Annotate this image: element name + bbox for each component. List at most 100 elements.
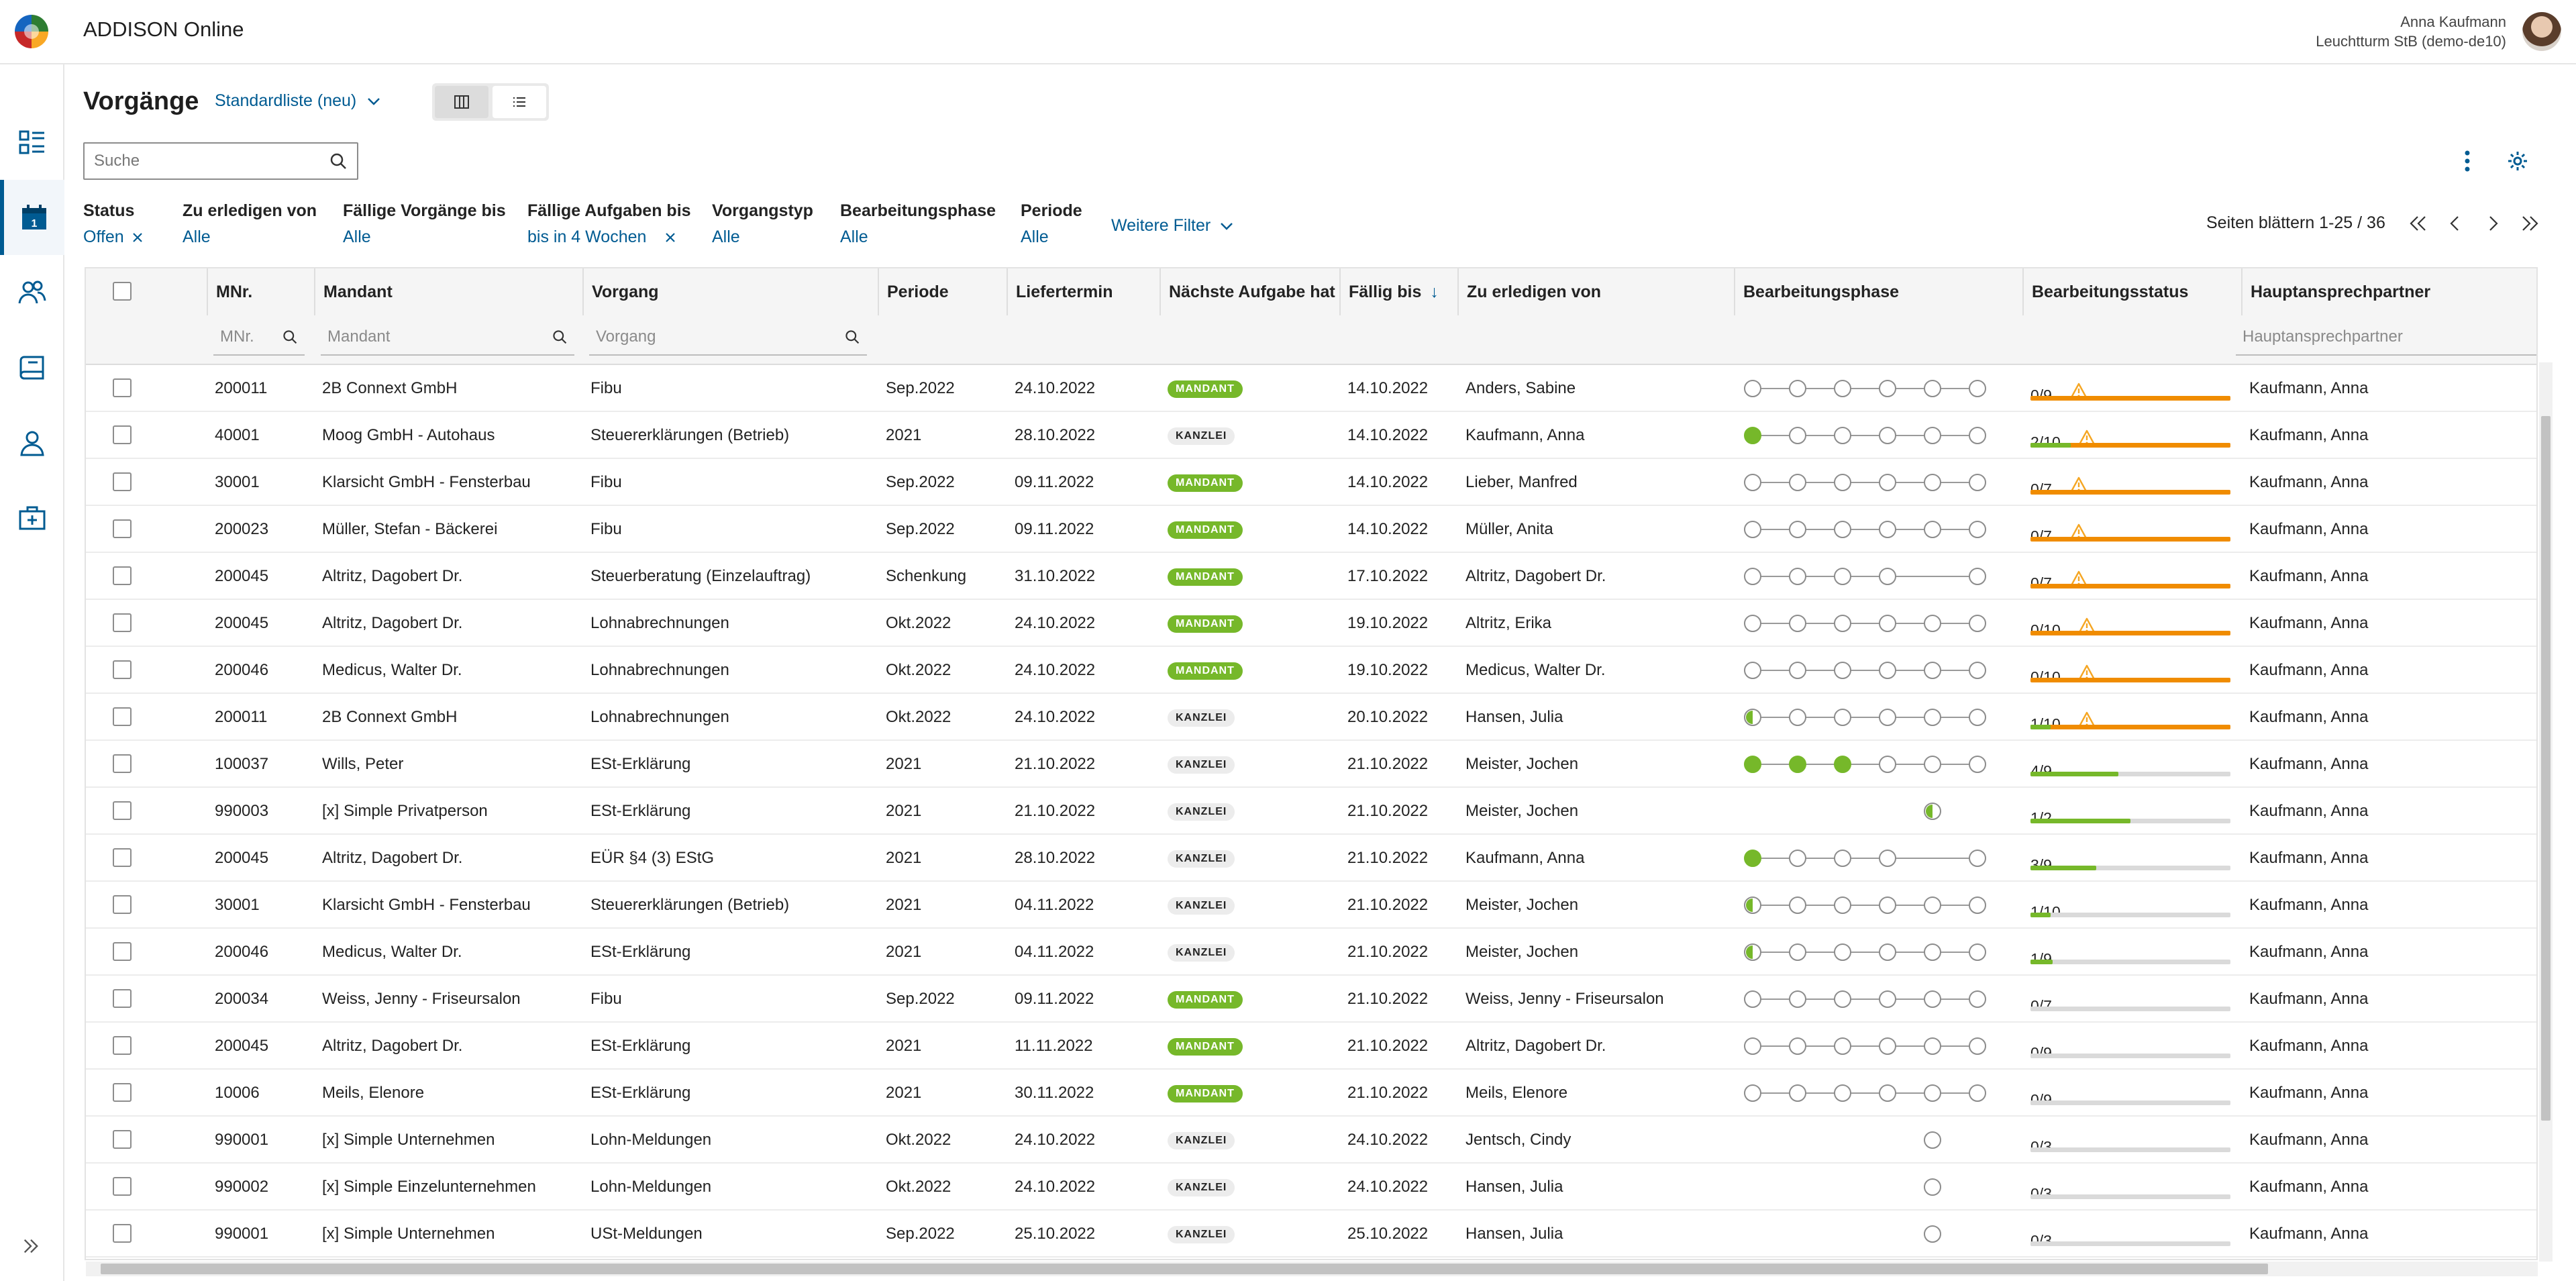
phase-stepper[interactable] [1734, 1023, 2022, 1070]
filter-mandant-input[interactable] [321, 319, 574, 356]
column-header-mnr[interactable]: MNr. [207, 268, 314, 315]
row-checkbox[interactable] [113, 1130, 132, 1149]
table-row[interactable]: 990002 [x] Simple Einzelunternehmen Lohn-M… [86, 1164, 2536, 1211]
select-all-checkbox[interactable] [113, 282, 132, 301]
filter-periode[interactable]: Periode Alle [1021, 201, 1082, 247]
column-header-bearbeitungsphase[interactable]: Bearbeitungsphase [1734, 268, 2022, 315]
user-info[interactable]: Anna Kaufmann Leuchtturm StB (demo-de10) [2316, 12, 2506, 51]
phase-stepper[interactable] [1734, 647, 2022, 694]
avatar[interactable] [2522, 12, 2561, 51]
column-header-liefertermin[interactable]: Liefertermin [1007, 268, 1160, 315]
row-checkbox[interactable] [113, 1224, 132, 1243]
table-row[interactable]: 200045 Altritz, Dagobert Dr. Lohnabrechnun… [86, 600, 2536, 647]
sidebar-item-person[interactable] [0, 405, 64, 480]
column-header-mandant[interactable]: Mandant [314, 268, 582, 315]
phase-stepper[interactable] [1734, 882, 2022, 929]
last-page-button[interactable] [2512, 215, 2549, 232]
row-checkbox[interactable] [113, 1036, 132, 1055]
row-checkbox[interactable] [113, 989, 132, 1008]
table-row[interactable]: 990001 [x] Simple Unternehmen Lohn-Meldung… [86, 1117, 2536, 1164]
table-row[interactable]: 200034 Weiss, Jenny - Friseursalon Fibu Sep… [86, 976, 2536, 1023]
table-row[interactable]: 990003 [x] Simple Privatperson ESt-Erkläru… [86, 788, 2536, 835]
phase-stepper[interactable] [1734, 694, 2022, 741]
table-row[interactable]: 990001 [x] Simple Unternehmen USt-Meldunge… [86, 1211, 2536, 1258]
next-page-button[interactable] [2474, 215, 2512, 232]
phase-stepper[interactable] [1734, 976, 2022, 1023]
sidebar-item-contacts[interactable] [0, 255, 64, 330]
prev-page-button[interactable] [2436, 215, 2474, 232]
column-header-hauptansprechpartner[interactable]: Hauptansprechpartner [2241, 268, 2536, 315]
sidebar-item-book[interactable] [0, 330, 64, 405]
table-row[interactable]: 30001 Klarsicht GmbH - Fensterbau Fibu Sep.… [86, 459, 2536, 506]
table-row[interactable]: 200045 Altritz, Dagobert Dr. EÜR §4 (3) ES… [86, 835, 2536, 882]
first-page-button[interactable] [2399, 215, 2436, 232]
phase-stepper[interactable] [1734, 600, 2022, 647]
column-header-periode[interactable]: Periode [878, 268, 1007, 315]
row-checkbox[interactable] [113, 472, 132, 491]
row-checkbox[interactable] [113, 942, 132, 961]
table-row[interactable]: 200011 2B Connext GmbH Lohnabrechnungen Okt… [86, 694, 2536, 741]
row-checkbox[interactable] [113, 425, 132, 444]
more-options-button[interactable] [2456, 146, 2479, 176]
phase-stepper[interactable] [1734, 1070, 2022, 1117]
column-header-faellig-bis[interactable]: Fällig bis ↓ [1339, 268, 1457, 315]
row-checkbox[interactable] [113, 895, 132, 914]
filter-vorgang-input[interactable] [589, 319, 867, 356]
phase-stepper[interactable] [1734, 835, 2022, 882]
table-row[interactable]: 200023 Müller, Stefan - Bäckerei Fibu Sep.2… [86, 506, 2536, 553]
phase-stepper[interactable] [1734, 1211, 2022, 1258]
column-view-button[interactable] [435, 86, 488, 118]
filter-bearbeitungsphase[interactable]: Bearbeitungsphase Alle [840, 201, 996, 247]
vertical-scrollbar[interactable] [2539, 362, 2553, 1262]
row-checkbox[interactable] [113, 1177, 132, 1196]
filter-faellige-aufgaben[interactable]: Fällige Aufgaben bis bis in 4 Wochen [527, 201, 691, 247]
sidebar-item-dashboard[interactable] [0, 105, 64, 180]
phase-stepper[interactable] [1734, 788, 2022, 835]
horizontal-scrollbar[interactable] [86, 1262, 2538, 1276]
sidebar-expand-button[interactable] [16, 1231, 46, 1261]
sidebar-item-calendar[interactable]: 1 [0, 180, 64, 255]
close-icon[interactable] [664, 231, 677, 244]
table-row[interactable]: 100037 Wills, Peter ESt-Erklärung 2021 21.10… [86, 741, 2536, 788]
phase-stepper[interactable] [1734, 1117, 2022, 1164]
table-row[interactable]: 30001 Klarsicht GmbH - Fensterbau Steuerer… [86, 882, 2536, 929]
row-checkbox[interactable] [113, 754, 132, 773]
table-row[interactable]: 200046 Medicus, Walter Dr. Lohnabrechnunge… [86, 647, 2536, 694]
list-view-button[interactable] [493, 86, 546, 118]
phase-stepper[interactable] [1734, 929, 2022, 976]
filter-status[interactable]: Status Offen [83, 201, 144, 247]
search-icon[interactable] [329, 152, 348, 174]
phase-stepper[interactable] [1734, 365, 2022, 412]
list-view-select[interactable]: Standardliste (neu) [215, 91, 382, 111]
scroll-thumb[interactable] [2541, 416, 2551, 1121]
column-header-vorgang[interactable]: Vorgang [582, 268, 878, 315]
phase-stepper[interactable] [1734, 553, 2022, 600]
row-checkbox[interactable] [113, 613, 132, 632]
more-filters-button[interactable]: Weitere Filter [1111, 216, 1235, 236]
row-checkbox[interactable] [113, 848, 132, 867]
app-logo[interactable] [15, 15, 48, 48]
row-checkbox[interactable] [113, 519, 132, 538]
column-header-naechste-aufgabe[interactable]: Nächste Aufgabe hat [1160, 268, 1339, 315]
phase-stepper[interactable] [1734, 506, 2022, 553]
search-input[interactable] [94, 150, 309, 172]
row-checkbox[interactable] [113, 566, 132, 585]
sidebar-item-medical-case[interactable] [0, 480, 64, 556]
table-row[interactable]: 200046 Medicus, Walter Dr. ESt-Erklärung 20… [86, 929, 2536, 976]
table-row[interactable]: 200045 Altritz, Dagobert Dr. Steuerberatun… [86, 553, 2536, 600]
row-checkbox[interactable] [113, 707, 132, 726]
close-icon[interactable] [131, 231, 144, 244]
filter-vorgangstyp[interactable]: Vorgangstyp Alle [712, 201, 813, 247]
table-row[interactable]: 10006 Meils, Elenore ESt-Erklärung 2021 30.1… [86, 1070, 2536, 1117]
column-header-bearbeitungsstatus[interactable]: Bearbeitungsstatus [2022, 268, 2241, 315]
scroll-thumb[interactable] [101, 1264, 2268, 1274]
row-checkbox[interactable] [113, 1083, 132, 1102]
row-checkbox[interactable] [113, 378, 132, 397]
settings-button[interactable] [2503, 146, 2532, 176]
phase-stepper[interactable] [1734, 412, 2022, 459]
table-row[interactable]: 40001 Moog GmbH - Autohaus Steuererklärung… [86, 412, 2536, 459]
phase-stepper[interactable] [1734, 741, 2022, 788]
column-header-zu-erledigen[interactable]: Zu erledigen von [1457, 268, 1734, 315]
phase-stepper[interactable] [1734, 459, 2022, 506]
table-row[interactable]: 200045 Altritz, Dagobert Dr. ESt-Erklärung… [86, 1023, 2536, 1070]
